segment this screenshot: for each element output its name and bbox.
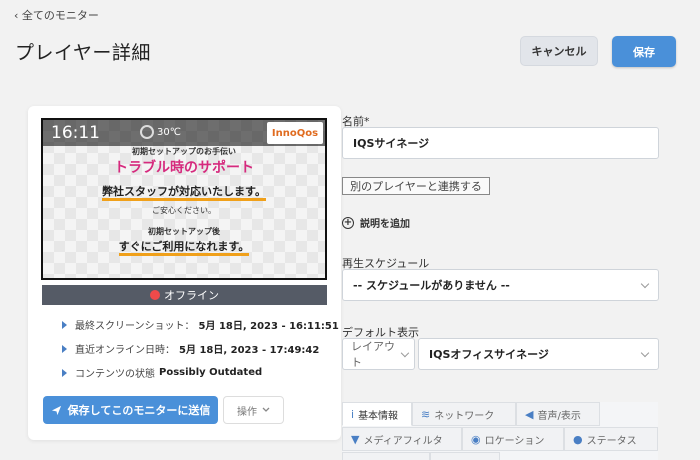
tab-audio-display[interactable]: ◀ 音声/表示: [516, 402, 600, 426]
status-bar: オフライン: [42, 285, 327, 305]
info-last-screenshot: 最終スクリーンショット： 5月 18日, 2023 - 16:11:51: [62, 317, 339, 332]
tab-label: メディアフィルタ: [363, 435, 443, 447]
save-and-send-button[interactable]: 保存してこのモニターに送信: [43, 396, 218, 424]
info-label: 直近オンライン日時：: [75, 345, 175, 356]
sun-icon: [140, 125, 154, 139]
speaker-icon: ◀: [525, 407, 534, 421]
chevron-down-icon: [640, 348, 650, 357]
tab-location[interactable]: ◉ ロケーション: [462, 427, 564, 451]
chevron-down-icon: [262, 407, 270, 412]
status-text: オフライン: [164, 289, 219, 302]
add-description-label: 説明を追加: [360, 219, 410, 230]
tab-label: ステータス: [586, 435, 637, 447]
tab-basic-info[interactable]: i 基本情報: [342, 402, 412, 426]
send-label: 保存してこのモニターに送信: [67, 404, 211, 417]
tab-label: ロケーション: [484, 435, 545, 447]
tab-more-2[interactable]: [430, 452, 500, 460]
brand-logo: InnoQos: [267, 122, 323, 144]
send-icon: [51, 405, 61, 415]
display-type-select[interactable]: レイアウト: [342, 338, 415, 370]
tab-label: 基本情報: [358, 410, 399, 422]
info-value: Possibly Outdated: [159, 367, 263, 378]
filter-icon: ▼: [351, 432, 360, 446]
preview-line-5: 初期セットアップ後: [148, 227, 220, 236]
caret-right-icon: [62, 320, 67, 329]
info-value: 5月 18日, 2023 - 16:11:51: [198, 321, 339, 332]
preview-line-3: 弊社スタッフが対応いたします。: [43, 183, 325, 201]
preview-headline: トラブル時のサポート: [114, 160, 254, 176]
tab-media-filter[interactable]: ▼ メディアフィルタ: [342, 427, 462, 451]
link-player-button[interactable]: 別のプレイヤーと連携する: [342, 177, 490, 195]
chevron-down-icon: [640, 279, 650, 288]
tab-status[interactable]: ● ステータス: [564, 427, 658, 451]
cancel-button[interactable]: キャンセル: [520, 36, 598, 66]
plus-circle-icon: +: [342, 216, 354, 229]
default-display-value: IQSオフィスサイネージ: [429, 348, 549, 361]
save-button[interactable]: 保存: [612, 36, 676, 67]
circle-icon: ●: [573, 432, 583, 446]
screenshot-preview: 16:11 30℃ InnoQos 初期セットアップのお手伝い トラブル時のサポ…: [41, 118, 327, 280]
info-content-status: コンテンツの状態 Possibly Outdated: [62, 365, 262, 380]
preview-line-1: 初期セットアップのお手伝い: [132, 147, 236, 156]
tab-network[interactable]: ≋ ネットワーク: [412, 402, 516, 426]
page-title: プレイヤー詳細: [15, 42, 151, 64]
info-last-online: 直近オンライン日時： 5月 18日, 2023 - 17:49:42: [62, 341, 319, 356]
info-label: 最終スクリーンショット：: [75, 321, 195, 332]
add-description-button[interactable]: + 説明を追加: [342, 215, 410, 230]
offline-dot-icon: [150, 290, 160, 300]
operations-label: 操作: [237, 406, 257, 418]
schedule-select[interactable]: -- スケジュールがありません --: [342, 269, 659, 301]
preview-line-4: ご安心ください。: [152, 206, 216, 215]
compass-icon: ◉: [471, 432, 481, 446]
tab-label: 音声/表示: [537, 410, 581, 422]
info-icon: i: [351, 407, 355, 421]
back-link[interactable]: ‹ 全てのモニター: [14, 7, 99, 23]
default-display-select[interactable]: IQSオフィスサイネージ: [418, 338, 659, 370]
settings-tabs: i 基本情報 ≋ ネットワーク ◀ 音声/表示 ▼ メディアフィルタ ◉ ロケー…: [342, 402, 658, 460]
operations-dropdown[interactable]: 操作: [223, 396, 284, 424]
chevron-down-icon: [401, 348, 410, 357]
name-input[interactable]: IQSサイネージ: [342, 127, 659, 159]
preview-temperature: 30℃: [157, 127, 181, 138]
tab-label: ネットワーク: [434, 410, 495, 422]
preview-time: 16:11: [51, 123, 100, 143]
display-type-value: レイアウト: [351, 340, 395, 369]
info-value: 5月 18日, 2023 - 17:49:42: [179, 345, 320, 356]
tab-more-1[interactable]: [342, 452, 430, 460]
wifi-icon: ≋: [421, 407, 431, 421]
info-label: コンテンツの状態: [75, 369, 155, 380]
schedule-value: -- スケジュールがありません --: [353, 279, 510, 292]
preview-line-6: すぐにご利用になれます。: [43, 238, 325, 256]
caret-right-icon: [62, 368, 67, 377]
caret-right-icon: [62, 344, 67, 353]
